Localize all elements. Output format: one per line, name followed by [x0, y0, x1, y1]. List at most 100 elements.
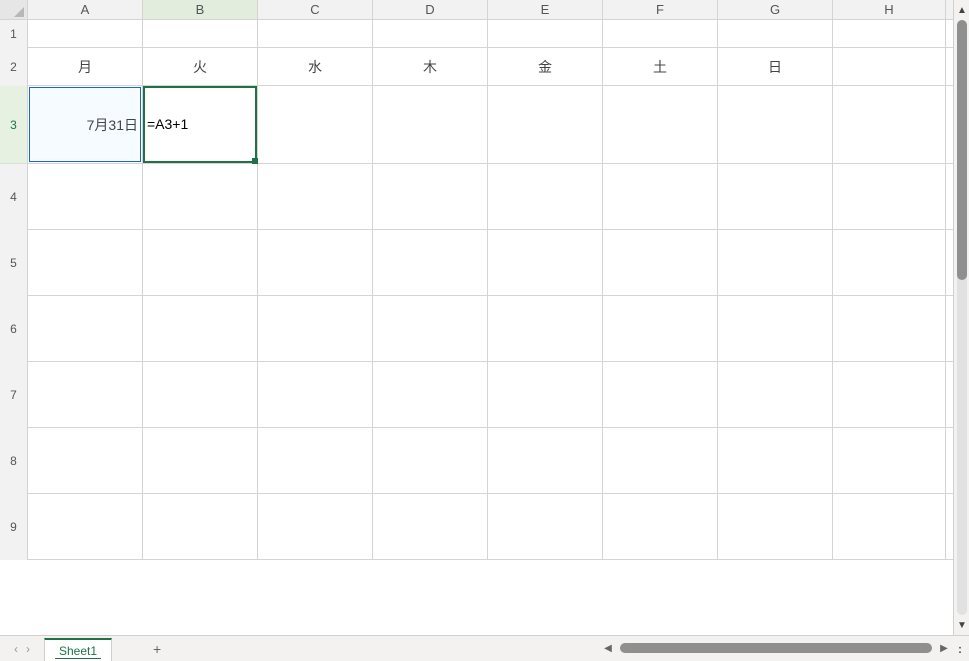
sheet-tab-menu-button[interactable]: : — [952, 642, 969, 656]
sheet-nav-prev[interactable]: ‹ — [14, 642, 18, 656]
cell-G2[interactable]: 日 — [718, 48, 833, 85]
cell-C4[interactable] — [258, 164, 373, 229]
cell-D4[interactable] — [373, 164, 488, 229]
row-header-6[interactable]: 6 — [0, 296, 28, 362]
cell-E5[interactable] — [488, 230, 603, 295]
row-header-1[interactable]: 1 — [0, 20, 28, 48]
cell-C3[interactable] — [258, 86, 373, 163]
scroll-down-button[interactable]: ▼ — [954, 617, 969, 633]
cell-E2[interactable]: 金 — [488, 48, 603, 85]
cell-B8[interactable] — [143, 428, 258, 493]
sheet-tab-active[interactable]: Sheet1 — [44, 638, 112, 661]
cell-D7[interactable] — [373, 362, 488, 427]
column-header-E[interactable]: E — [488, 0, 603, 19]
cell-D8[interactable] — [373, 428, 488, 493]
cell-H3[interactable] — [833, 86, 946, 163]
cell-E7[interactable] — [488, 362, 603, 427]
cell-C8[interactable] — [258, 428, 373, 493]
row-header-4[interactable]: 4 — [0, 164, 28, 230]
column-header-B[interactable]: B — [143, 0, 258, 19]
cell-C9[interactable] — [258, 494, 373, 559]
cell-A9[interactable] — [28, 494, 143, 559]
cell-B6[interactable] — [143, 296, 258, 361]
cell-A6[interactable] — [28, 296, 143, 361]
scroll-left-button[interactable]: ◀ — [600, 640, 616, 656]
vertical-scrollbar[interactable]: ▲ ▼ — [953, 0, 969, 635]
cell-A4[interactable] — [28, 164, 143, 229]
scroll-right-button[interactable]: ▶ — [936, 640, 952, 656]
column-header-D[interactable]: D — [373, 0, 488, 19]
column-header-F[interactable]: F — [603, 0, 718, 19]
cell-C7[interactable] — [258, 362, 373, 427]
sheet-nav-next[interactable]: › — [26, 642, 30, 656]
horizontal-scrollbar[interactable]: ◀ ▶ — [600, 635, 952, 661]
cell-F9[interactable] — [603, 494, 718, 559]
column-header-A[interactable]: A — [28, 0, 143, 19]
row-header-3[interactable]: 3 — [0, 86, 28, 164]
cell-E6[interactable] — [488, 296, 603, 361]
cell-C6[interactable] — [258, 296, 373, 361]
cell-F3[interactable] — [603, 86, 718, 163]
row-header-2[interactable]: 2 — [0, 48, 28, 86]
cell-A3[interactable]: 7月31日 — [28, 86, 143, 163]
cell-G1[interactable] — [718, 20, 833, 47]
cell-F5[interactable] — [603, 230, 718, 295]
cell-A2[interactable]: 月 — [28, 48, 143, 85]
grid-body[interactable]: 12月火水木金土日37月31日456789 — [0, 20, 953, 560]
cell-B9[interactable] — [143, 494, 258, 559]
cell-F1[interactable] — [603, 20, 718, 47]
cell-E1[interactable] — [488, 20, 603, 47]
row-header-5[interactable]: 5 — [0, 230, 28, 296]
cell-A5[interactable] — [28, 230, 143, 295]
column-header-C[interactable]: C — [258, 0, 373, 19]
cell-G4[interactable] — [718, 164, 833, 229]
cell-D6[interactable] — [373, 296, 488, 361]
cell-H7[interactable] — [833, 362, 946, 427]
scroll-up-button[interactable]: ▲ — [954, 2, 969, 18]
cell-H6[interactable] — [833, 296, 946, 361]
cell-E4[interactable] — [488, 164, 603, 229]
h-scroll-track[interactable] — [620, 643, 932, 653]
cell-H5[interactable] — [833, 230, 946, 295]
column-header-H[interactable]: H — [833, 0, 946, 19]
cell-F4[interactable] — [603, 164, 718, 229]
row-header-8[interactable]: 8 — [0, 428, 28, 494]
cell-C1[interactable] — [258, 20, 373, 47]
cell-E8[interactable] — [488, 428, 603, 493]
v-scroll-track[interactable] — [957, 20, 967, 615]
cell-H8[interactable] — [833, 428, 946, 493]
row-header-9[interactable]: 9 — [0, 494, 28, 560]
cell-A1[interactable] — [28, 20, 143, 47]
cell-C2[interactable]: 水 — [258, 48, 373, 85]
cell-A7[interactable] — [28, 362, 143, 427]
h-scroll-thumb[interactable] — [620, 643, 932, 653]
cell-D2[interactable]: 木 — [373, 48, 488, 85]
cell-B4[interactable] — [143, 164, 258, 229]
cell-B7[interactable] — [143, 362, 258, 427]
spreadsheet-grid[interactable]: ABCDEFGH 12月火水木金土日37月31日456789 =A3+1 — [0, 0, 953, 619]
cell-B2[interactable]: 火 — [143, 48, 258, 85]
cell-H2[interactable] — [833, 48, 946, 85]
cell-G8[interactable] — [718, 428, 833, 493]
add-sheet-button[interactable]: + — [144, 641, 170, 657]
cell-G6[interactable] — [718, 296, 833, 361]
cell-D5[interactable] — [373, 230, 488, 295]
column-header-G[interactable]: G — [718, 0, 833, 19]
cell-H1[interactable] — [833, 20, 946, 47]
cell-D9[interactable] — [373, 494, 488, 559]
cell-F6[interactable] — [603, 296, 718, 361]
cell-F2[interactable]: 土 — [603, 48, 718, 85]
cell-D3[interactable] — [373, 86, 488, 163]
cell-D1[interactable] — [373, 20, 488, 47]
v-scroll-thumb[interactable] — [957, 20, 967, 280]
cell-C5[interactable] — [258, 230, 373, 295]
cell-B5[interactable] — [143, 230, 258, 295]
select-all-corner[interactable] — [0, 0, 28, 19]
cell-G3[interactable] — [718, 86, 833, 163]
cell-G7[interactable] — [718, 362, 833, 427]
cell-A8[interactable] — [28, 428, 143, 493]
cell-E9[interactable] — [488, 494, 603, 559]
cell-H4[interactable] — [833, 164, 946, 229]
cell-B1[interactable] — [143, 20, 258, 47]
cell-H9[interactable] — [833, 494, 946, 559]
